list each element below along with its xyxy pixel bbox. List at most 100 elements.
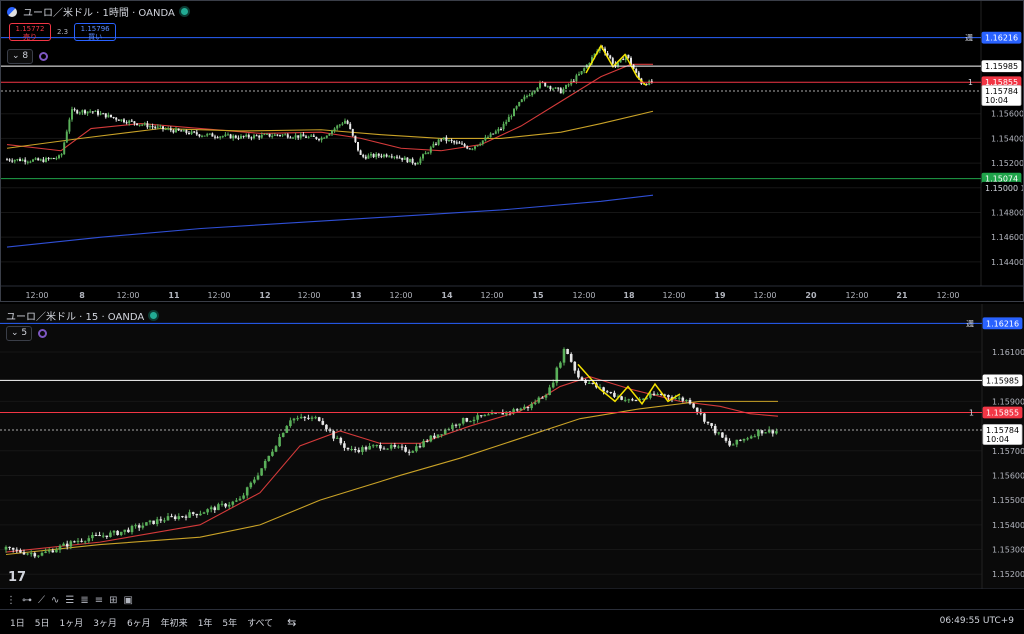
- candle-body: [184, 516, 188, 518]
- candle-body: [195, 132, 198, 135]
- candle-body: [232, 135, 235, 139]
- range-all[interactable]: すべて: [247, 616, 273, 629]
- symbol-header-1h: ユーロ／米ドル · 1時間 · OANDA: [7, 4, 188, 19]
- candle-body: [302, 134, 305, 137]
- candle-body: [130, 120, 133, 122]
- candle-body: [253, 479, 256, 483]
- candle-body: [377, 153, 380, 156]
- symbol-title-1h[interactable]: ユーロ／米ドル · 1時間 · OANDA: [23, 4, 175, 19]
- indicator-collapse-button[interactable]: ⌄ 8: [7, 49, 34, 64]
- candle-body: [393, 445, 397, 447]
- candle-body: [297, 135, 300, 138]
- buy-button[interactable]: 1.15796 買い: [74, 23, 117, 41]
- indicator-settings-icon[interactable]: [39, 52, 49, 61]
- candle-body: [217, 504, 220, 511]
- candle-body: [440, 139, 443, 141]
- symbol-title-15m[interactable]: ユーロ／米ドル · 15 · OANDA: [6, 308, 144, 323]
- candle-body: [380, 155, 383, 157]
- channel-icon[interactable]: ≣: [80, 595, 88, 606]
- chart-canvas-1h[interactable]: 1.15600 1.15400 1.15200 1.15000 1.14800 1.146…: [1, 1, 1023, 301]
- indicator-settings-icon[interactable]: [38, 329, 48, 338]
- candle-body: [37, 555, 40, 557]
- candle-body: [667, 394, 670, 398]
- candle-body: [695, 407, 699, 412]
- range-ytd[interactable]: 年初来: [161, 616, 188, 629]
- candle-body: [609, 392, 613, 394]
- brush-icon[interactable]: ∿: [51, 595, 59, 606]
- range-3m[interactable]: 3ヶ月: [93, 616, 117, 629]
- x-tick-label: 8: [79, 291, 85, 300]
- sell-button[interactable]: 1.15772 売り: [9, 23, 51, 41]
- indicator-toggle-15m: ⌄ 5: [6, 326, 48, 341]
- candle-body: [587, 382, 591, 384]
- horizontal-line-icon[interactable]: ⊶: [22, 595, 32, 606]
- candle-body: [396, 156, 398, 158]
- candle-body: [110, 114, 112, 118]
- candle-body: [341, 123, 344, 125]
- pitchfork-icon[interactable]: ≡: [95, 595, 103, 606]
- candle-body: [307, 136, 310, 138]
- range-5d[interactable]: 5日: [35, 616, 50, 629]
- candle-body: [156, 126, 159, 128]
- candle-body: [455, 142, 458, 144]
- x-tick-label: 12:00: [25, 291, 48, 300]
- candle-body: [86, 111, 89, 114]
- ma-gold: [6, 110, 654, 149]
- candle-body: [117, 119, 120, 121]
- candle-body: [76, 540, 80, 542]
- candle-body: [163, 520, 166, 522]
- candle-body: [321, 420, 325, 425]
- x-tick-label: 18: [623, 291, 635, 300]
- candle-body: [112, 117, 115, 119]
- candle-body: [551, 382, 555, 388]
- candle-body: [627, 54, 630, 58]
- candle-body: [566, 348, 569, 355]
- candle-body: [188, 132, 190, 134]
- compare-range-icon[interactable]: ⇆: [287, 616, 296, 629]
- grid-icon[interactable]: ⊞: [109, 595, 117, 606]
- candle-body: [32, 159, 34, 162]
- range-6m[interactable]: 6ヶ月: [127, 616, 151, 629]
- price-label-text-base: 1.15000: [985, 184, 1018, 193]
- candle-body: [206, 134, 209, 136]
- fib-icon[interactable]: ☰: [65, 595, 74, 606]
- chart-canvas-15m[interactable]: 1.16100 1.15900 1.15700 1.15600 1.15500 1.154…: [0, 304, 1024, 589]
- chart-pane-15m[interactable]: 1.16100 1.15900 1.15700 1.15600 1.15500 1.154…: [0, 304, 1024, 589]
- candle-body: [33, 553, 37, 557]
- candle-body: [742, 438, 746, 441]
- candle-body: [303, 416, 307, 418]
- crosshair-icon[interactable]: ⋮: [6, 595, 16, 606]
- candle-body: [26, 161, 29, 163]
- candle-body: [401, 157, 404, 160]
- candle-body: [448, 139, 450, 141]
- clock-readout[interactable]: 06:49:55 UTC+9: [940, 616, 1014, 626]
- candle-body: [211, 133, 214, 137]
- candle-body: [50, 158, 53, 160]
- candle-body: [520, 99, 523, 102]
- candle-body: [674, 398, 677, 400]
- candle-body: [116, 530, 119, 536]
- candle-body: [6, 159, 8, 161]
- range-1y[interactable]: 1年: [198, 616, 213, 629]
- indicator-collapse-button[interactable]: ⌄ 5: [6, 326, 33, 341]
- range-1m[interactable]: 1ヶ月: [59, 616, 83, 629]
- range-1d[interactable]: 1日: [10, 616, 25, 629]
- range-5y[interactable]: 5年: [222, 616, 237, 629]
- candle-body: [314, 417, 317, 419]
- candle-body: [182, 130, 185, 132]
- candle-body: [422, 154, 424, 159]
- candle-body: [343, 443, 346, 448]
- candle-body: [320, 137, 323, 141]
- candle-body: [310, 135, 313, 137]
- y-tick-label: 1.15500: [992, 496, 1024, 505]
- candle-body: [757, 430, 760, 437]
- candle-body: [94, 110, 97, 112]
- candle-body: [249, 482, 253, 488]
- candle-body: [120, 119, 123, 121]
- chart-pane-1h[interactable]: 1.15600 1.15400 1.15200 1.15000 1.14800 1.146…: [0, 0, 1024, 302]
- trend-line-icon[interactable]: ⟋: [38, 595, 45, 606]
- candle-body: [133, 121, 136, 124]
- candle-body: [706, 421, 710, 424]
- candle-body: [562, 348, 566, 363]
- rectangle-icon[interactable]: ▣: [124, 595, 133, 606]
